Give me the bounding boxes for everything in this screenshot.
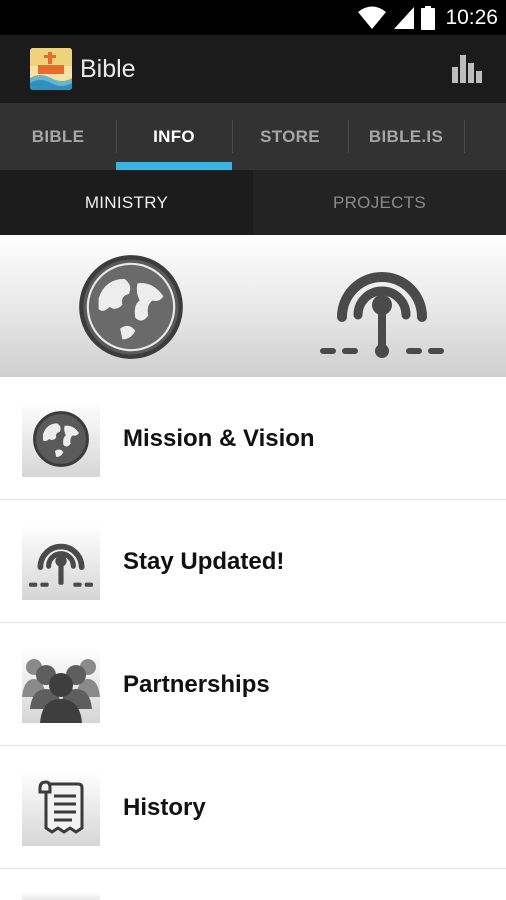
list-item-label: History — [123, 794, 206, 821]
globe-icon — [79, 255, 183, 359]
tab-store[interactable]: STORE — [232, 103, 348, 170]
tab-bible-is[interactable]: BIBLE.IS — [348, 103, 464, 170]
list-thumb — [22, 647, 100, 723]
tab-bar: BIBLE INFO STORE BIBLE.IS M — [0, 103, 506, 170]
cell-signal-icon — [394, 7, 415, 29]
broadcast-icon — [29, 543, 93, 587]
tab-bible[interactable]: BIBLE — [0, 103, 116, 170]
list-thumb — [22, 401, 100, 477]
header-banner — [0, 235, 506, 377]
list-thumb-partial — [22, 892, 100, 900]
action-bar: Bible — [0, 35, 506, 103]
bar-chart-icon[interactable] — [452, 53, 482, 83]
list-item-label: Partnerships — [123, 671, 270, 698]
app-logo[interactable] — [30, 48, 72, 90]
sub-tab-ministry[interactable]: MINISTRY — [0, 170, 253, 235]
tab-more[interactable]: M — [464, 103, 506, 170]
list-item-partnerships[interactable]: Partnerships — [0, 623, 506, 746]
list-thumb — [22, 770, 100, 846]
status-bar: 10:26 — [0, 0, 506, 35]
people-icon — [22, 659, 100, 723]
ministry-list: Mission & Vision Stay Updated! Partnersh… — [0, 377, 506, 869]
list-item-stay-updated[interactable]: Stay Updated! — [0, 500, 506, 623]
clock: 10:26 — [445, 6, 498, 29]
tab-info[interactable]: INFO — [116, 103, 232, 170]
active-tab-indicator — [116, 162, 232, 170]
broadcast-icon — [320, 272, 444, 358]
app-title: Bible — [80, 55, 136, 83]
battery-icon — [421, 6, 436, 30]
globe-icon — [33, 411, 89, 467]
sub-tab-bar: MINISTRY PROJECTS — [0, 170, 506, 235]
scroll-icon — [38, 780, 84, 834]
sub-tab-projects[interactable]: PROJECTS — [253, 170, 506, 235]
list-item-label: Stay Updated! — [123, 548, 285, 575]
list-item-mission-vision[interactable]: Mission & Vision — [0, 377, 506, 500]
list-thumb — [22, 524, 100, 600]
list-item-label: Mission & Vision — [123, 425, 315, 452]
list-item-history[interactable]: History — [0, 746, 506, 869]
wifi-icon — [358, 6, 387, 29]
